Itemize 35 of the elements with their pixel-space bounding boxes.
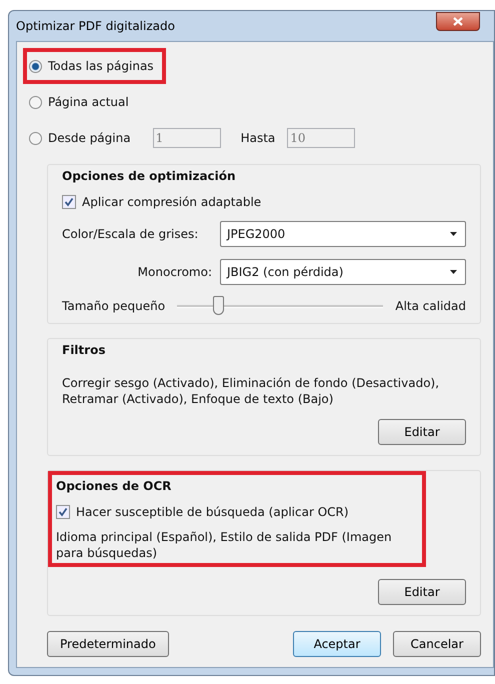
- select-label: Color/Escala de grises:: [62, 227, 200, 241]
- edit-button[interactable]: Editar: [378, 579, 466, 605]
- close-button[interactable]: [436, 12, 480, 30]
- radio-label[interactable]: Página actual: [48, 95, 129, 109]
- slider-thumb[interactable]: [213, 296, 224, 314]
- slider-max-label: Alta calidad: [395, 299, 466, 313]
- checkbox-label[interactable]: Hacer susceptible de búsqueda (aplicar OCR): [76, 505, 349, 519]
- checkbox[interactable]: [62, 195, 76, 209]
- ocr-summary: Idioma principal (Español), Estilo de salida PDF (Imagen para búsquedas): [56, 529, 393, 561]
- caret-icon: [450, 270, 457, 274]
- filters-summary: Corregir sesgo (Activado), Eliminación de fondo (Desactivado), Retramar (Activado), Enfoque de texto (Bajo): [62, 375, 440, 407]
- to-label: Hasta: [240, 131, 276, 145]
- default-button[interactable]: Predeterminado: [47, 631, 169, 657]
- close-icon: [453, 16, 463, 26]
- cancel-button[interactable]: Cancelar: [393, 631, 481, 657]
- select-label: Monocromo:: [136, 265, 212, 279]
- edit-button[interactable]: Editar: [378, 419, 466, 445]
- caret-icon: [450, 232, 457, 236]
- radio-label[interactable]: Todas las páginas: [48, 59, 154, 73]
- from-page-field[interactable]: 1: [152, 128, 221, 148]
- to-page-field[interactable]: 10: [287, 128, 356, 148]
- radio-button[interactable]: [29, 96, 42, 108]
- checkbox[interactable]: [56, 505, 70, 519]
- checkbox-label[interactable]: Aplicar compresión adaptable: [82, 195, 262, 209]
- radio-button[interactable]: [29, 132, 42, 144]
- slider-min-label: Tamaño pequeño: [62, 299, 166, 313]
- group-title: Opciones de optimización: [62, 168, 237, 185]
- window-title: Optimizar PDF digitalizado: [16, 19, 175, 33]
- dropdown[interactable]: JBIG2 (con pérdida): [220, 259, 466, 285]
- radio-label[interactable]: Desde página: [48, 131, 131, 145]
- radio-button[interactable]: [29, 60, 42, 72]
- group-title: Filtros: [62, 342, 106, 359]
- group-title: Opciones de OCR: [56, 478, 172, 495]
- dropdown[interactable]: JPEG2000: [220, 221, 466, 247]
- ok-button[interactable]: Aceptar: [293, 631, 381, 657]
